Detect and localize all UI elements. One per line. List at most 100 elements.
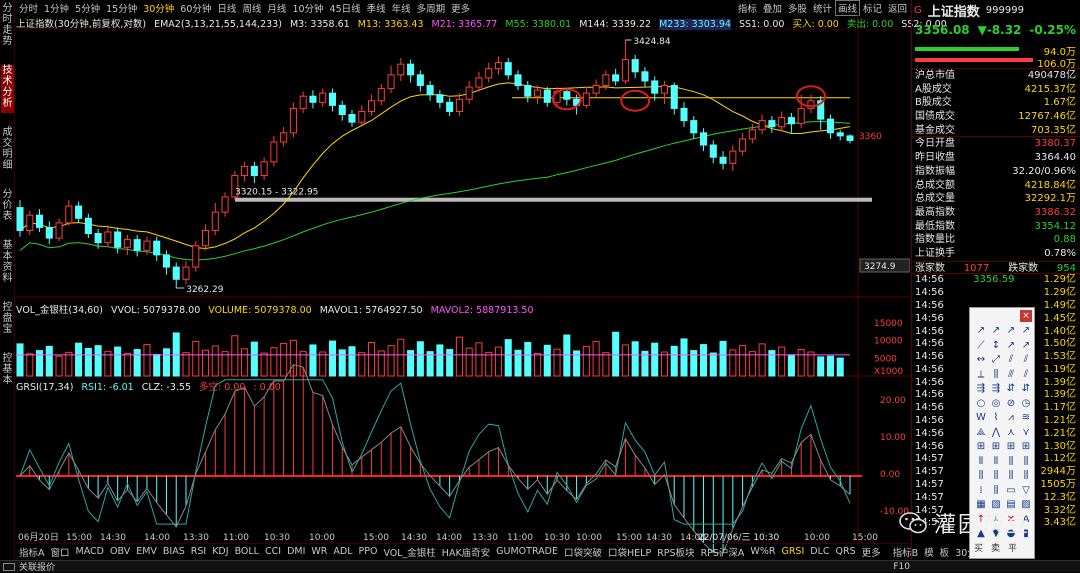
arc-tool-icon[interactable]: ↗	[1004, 339, 1018, 352]
hline-tool-icon[interactable]: ↔	[974, 353, 988, 366]
close-icon[interactable]: ×	[1020, 310, 1032, 322]
side-tab-6[interactable]: 控基本	[1, 353, 14, 390]
indicator-tab-4[interactable]: EMV	[133, 546, 160, 557]
harmonic-tool-icon[interactable]: ⩘	[1004, 411, 1018, 424]
indicator-tab-1[interactable]: 窗口	[48, 545, 73, 559]
candle-body	[114, 231, 122, 248]
pitch-tool-icon[interactable]: ⫽	[1019, 353, 1033, 366]
indicator-tab-17[interactable]: 口袋突破	[561, 545, 605, 559]
multi-tool-icon[interactable]: ⇶	[974, 382, 988, 395]
box2-tool-icon[interactable]: ⊞	[989, 440, 1003, 453]
side-tab-3[interactable]: 分价表	[1, 189, 14, 226]
box-tool-icon[interactable]: ⊞	[974, 440, 988, 453]
indicator-tab-23[interactable]: DLC	[807, 546, 832, 557]
status-left[interactable]: 关联报价	[19, 560, 55, 573]
segment-tool-icon[interactable]: ↗	[1019, 324, 1033, 337]
w-pattern-tool-icon[interactable]: W	[974, 411, 988, 424]
indicator-tab-20[interactable]: RPS沪深A	[698, 545, 748, 559]
period-tool-icon[interactable]: ⇵	[1019, 382, 1033, 395]
indicator-tab-0[interactable]: 指标A	[16, 545, 48, 559]
indicator-tab-21[interactable]: W%R	[747, 546, 778, 557]
quote-row: 总成交量 32292.1万	[912, 192, 1080, 206]
time-axis-label: 11:00	[223, 533, 249, 543]
span-tool-icon[interactable]: ⤢	[989, 353, 1003, 366]
side-tab-4[interactable]: 基本资料	[1, 240, 14, 288]
support-band	[235, 197, 872, 202]
indicator-tab-16[interactable]: GUMOTRADE	[493, 546, 561, 557]
target-tool-icon[interactable]: ◎	[989, 397, 1003, 410]
sell-tool-label[interactable]: 卖	[991, 541, 1000, 554]
indicator-tab-15[interactable]: HAK庙奇安	[439, 545, 493, 559]
indicator-tab-6[interactable]: RSI	[188, 546, 209, 557]
zigzag-tool-icon[interactable]: ⌇	[989, 411, 1003, 424]
box3-tool-icon[interactable]: ⊞	[1004, 440, 1018, 453]
speed-tool-icon[interactable]: ⫻	[1004, 368, 1018, 381]
indicator-tab-12[interactable]: ADL	[330, 546, 355, 557]
flat-tool-label[interactable]: 平	[1008, 541, 1017, 554]
clock-tool-icon[interactable]: ◷	[1019, 397, 1033, 410]
col6-tool-icon[interactable]: ⫼	[1019, 469, 1033, 482]
gann-tool-icon[interactable]: ⫽	[1019, 368, 1033, 381]
box4-tool-icon[interactable]: ⊞	[1019, 440, 1033, 453]
arrow-tool-icon[interactable]: ↗	[1004, 324, 1018, 337]
buy-tool-label[interactable]: 买	[974, 541, 983, 554]
flag-tool-icon[interactable]: ▽	[1019, 484, 1033, 497]
indicator-tab-19[interactable]: RPS板块	[654, 545, 697, 559]
bar-tool-icon[interactable]: ⫴	[974, 455, 988, 468]
tick-volume: 1.39亿	[1043, 376, 1076, 388]
sell-value: 卖出: 0.00	[846, 19, 894, 30]
indicator-tab-8[interactable]: BOLL	[232, 546, 262, 557]
wave-tool-icon[interactable]: ⇶	[989, 382, 1003, 395]
indicator-tab-9[interactable]: CCI	[262, 546, 284, 557]
indicator-tab-25[interactable]: 更多	[859, 545, 884, 559]
grid-tool-icon[interactable]: ⫼	[989, 368, 1003, 381]
time-axis-label: 14:30	[646, 533, 672, 543]
up-v-tool-icon[interactable]: ⋎	[1019, 426, 1033, 439]
triangle-tool-icon[interactable]: ⟁	[974, 426, 988, 439]
indicator-tab-5[interactable]: BIAS	[160, 546, 188, 557]
indicator-tab-2[interactable]: MACD	[73, 546, 107, 557]
bar2-tool-icon[interactable]: ⫴	[989, 455, 1003, 468]
col4-tool-icon[interactable]: ⫼	[989, 469, 1003, 482]
ray-tool-icon[interactable]: ↗	[989, 324, 1003, 337]
indicator-tab-13[interactable]: PPO	[356, 546, 381, 557]
perp-tool-icon[interactable]: ⟂	[974, 368, 988, 381]
indicator-tab-14[interactable]: VOL_金银柱	[380, 545, 438, 559]
tick-time: 14:57	[915, 479, 944, 491]
side-tab-1[interactable]: 技术分析	[1, 65, 14, 113]
col-tool-icon[interactable]: ⫼	[1004, 455, 1018, 468]
down-v-tool-icon[interactable]: ⋏	[1004, 426, 1018, 439]
side-tab-0[interactable]: 分时走势	[1, 3, 14, 51]
quote-row-value: 32292.1万	[1024, 193, 1076, 205]
dots-tool-icon[interactable]: ⁞	[974, 484, 988, 497]
line-tool-icon[interactable]: ↗	[974, 324, 988, 337]
peak-tool-icon[interactable]: ⋀	[989, 426, 1003, 439]
indicator-tab-18[interactable]: 口袋HELP	[605, 545, 654, 559]
rect-tool-icon[interactable]: ▭	[1004, 484, 1018, 497]
indicator-tab-24[interactable]: QRS	[833, 546, 859, 557]
indicator-tab-7[interactable]: KDJ	[209, 546, 231, 557]
volume-bar	[709, 352, 717, 377]
parallel-tool-icon[interactable]: ⫽	[1004, 353, 1018, 366]
ban-tool-icon[interactable]: ⊘	[1004, 397, 1018, 410]
volume-bar	[143, 344, 151, 377]
indicator-tab-11[interactable]: WR	[308, 546, 330, 557]
quote-row-label: 最高指数	[915, 206, 955, 218]
vline-tool-icon[interactable]: ↕	[989, 339, 1003, 352]
side-tab-2[interactable]: 成交明细	[1, 127, 14, 175]
kline-chart[interactable]: 3424.84 3320.15 - 3322.95 3262.29 3360 3274.…	[16, 0, 910, 560]
cycle-tool-icon[interactable]: ⇵	[1004, 382, 1018, 395]
circle-tool-icon[interactable]: ○	[974, 397, 988, 410]
col7-tool-icon[interactable]: ⫼	[989, 484, 1003, 497]
col3-tool-icon[interactable]: ⫼	[974, 469, 988, 482]
indicator-tab-22[interactable]: GRSI	[778, 546, 807, 557]
status-f10[interactable]: F10	[893, 562, 910, 572]
channel-tool-icon[interactable]: ⟋	[974, 339, 988, 352]
indicator-tab-3[interactable]: OBV	[107, 546, 133, 557]
col5-tool-icon[interactable]: ⫼	[1004, 469, 1018, 482]
fib-tool-icon[interactable]: ≋	[1019, 411, 1033, 424]
col2-tool-icon[interactable]: ⫼	[1019, 455, 1033, 468]
fan-tool-icon[interactable]: ↗	[1019, 339, 1033, 352]
side-tab-5[interactable]: 控盘宝	[1, 302, 14, 339]
indicator-tab-10[interactable]: DMI	[284, 546, 308, 557]
